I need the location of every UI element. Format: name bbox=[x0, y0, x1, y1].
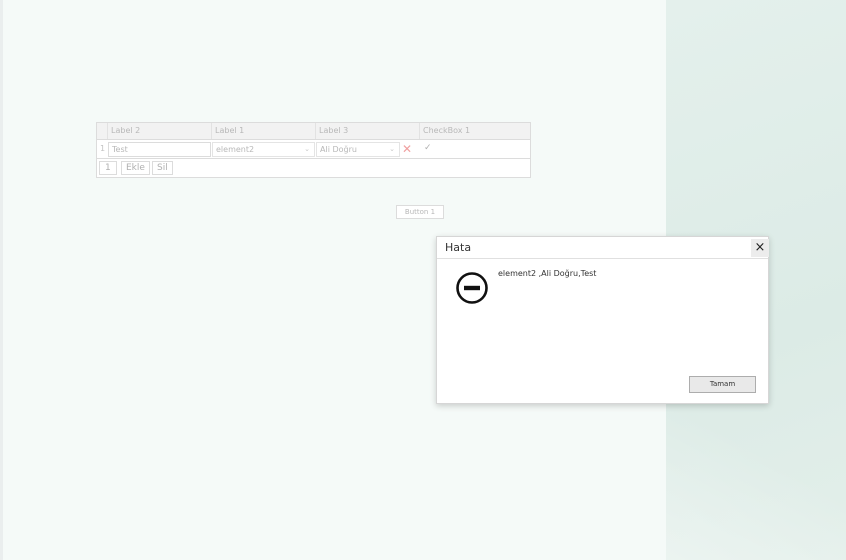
label1-select[interactable]: element2 ⌄ bbox=[212, 142, 315, 157]
check-icon[interactable]: ✓ bbox=[424, 142, 432, 155]
button-1[interactable]: Button 1 bbox=[396, 205, 444, 219]
stop-icon bbox=[456, 272, 488, 304]
column-header-label2[interactable]: Label 2 bbox=[108, 123, 212, 139]
delete-x-icon[interactable]: ✕ bbox=[402, 141, 412, 157]
column-header-checkbox1[interactable]: CheckBox 1 bbox=[420, 123, 530, 139]
table-row[interactable]: 1 Test element2 ⌄ Ali Doğru ⌄ ✕ ✓ bbox=[97, 140, 530, 159]
error-dialog: Hata × element2 ,Ali Doğru,Test Tamam bbox=[436, 236, 769, 404]
label2-input[interactable]: Test bbox=[108, 142, 211, 157]
dialog-title: Hata bbox=[445, 241, 472, 254]
delete-button[interactable]: Sil bbox=[152, 161, 173, 175]
column-header-label3[interactable]: Label 3 bbox=[316, 123, 420, 139]
ok-button[interactable]: Tamam bbox=[689, 376, 756, 393]
close-icon[interactable]: × bbox=[751, 239, 769, 257]
dialog-divider bbox=[437, 258, 768, 259]
grid-header: Label 2 Label 1 Label 3 CheckBox 1 bbox=[97, 123, 530, 140]
row-number: 1 bbox=[99, 144, 106, 153]
grid-footer: 1 Ekle Sil bbox=[97, 160, 530, 177]
chevron-down-icon: ⌄ bbox=[389, 145, 395, 153]
page-number[interactable]: 1 bbox=[99, 161, 117, 175]
label1-select-value: element2 bbox=[216, 145, 255, 154]
dialog-message: element2 ,Ali Doğru,Test bbox=[498, 269, 597, 278]
data-grid: Label 2 Label 1 Label 3 CheckBox 1 1 Tes… bbox=[96, 122, 531, 178]
label3-select[interactable]: Ali Doğru ⌄ bbox=[316, 142, 400, 157]
label3-select-value: Ali Doğru bbox=[320, 145, 357, 154]
column-header-label1[interactable]: Label 1 bbox=[212, 123, 316, 139]
chevron-down-icon: ⌄ bbox=[304, 145, 310, 153]
add-button[interactable]: Ekle bbox=[121, 161, 150, 175]
